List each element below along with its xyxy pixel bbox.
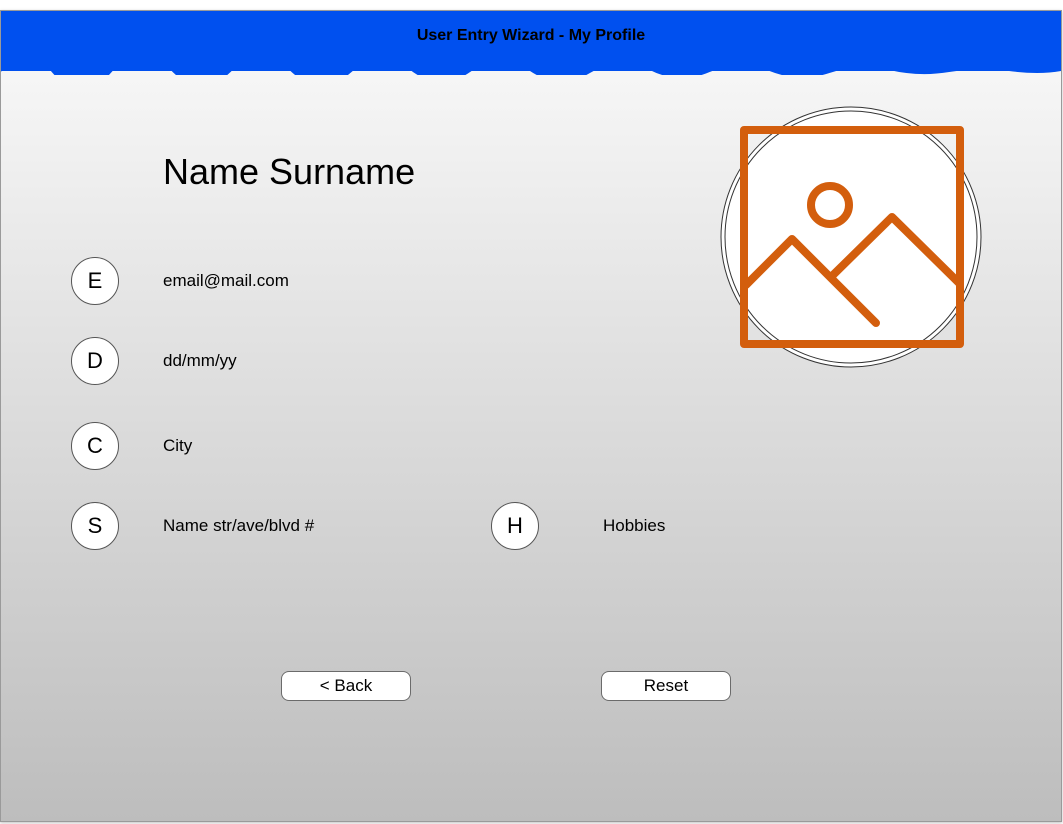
hobbies-value[interactable]: Hobbies [603,516,665,536]
profile-name: Name Surname [163,151,416,192]
back-button[interactable]: < Back [281,671,411,701]
hobbies-badge: H [491,502,539,550]
window-title: User Entry Wizard - My Profile [416,27,646,44]
city-value[interactable]: City [163,436,192,456]
street-value[interactable]: Name str/ave/blvd # [163,516,314,536]
reset-button[interactable]: Reset [601,671,731,701]
email-badge: E [71,257,119,305]
title-bar-edge [1,67,1061,75]
date-badge: D [71,337,119,385]
date-value[interactable]: dd/mm/yy [163,351,237,371]
profile-image-placeholder[interactable] [719,105,984,370]
email-value[interactable]: email@mail.com [163,271,289,291]
street-badge: S [71,502,119,550]
title-bar: User Entry Wizard - My Profile [1,11,1061,75]
profile-window: User Entry Wizard - My Profile Name Surn… [0,10,1062,822]
city-badge: C [71,422,119,470]
